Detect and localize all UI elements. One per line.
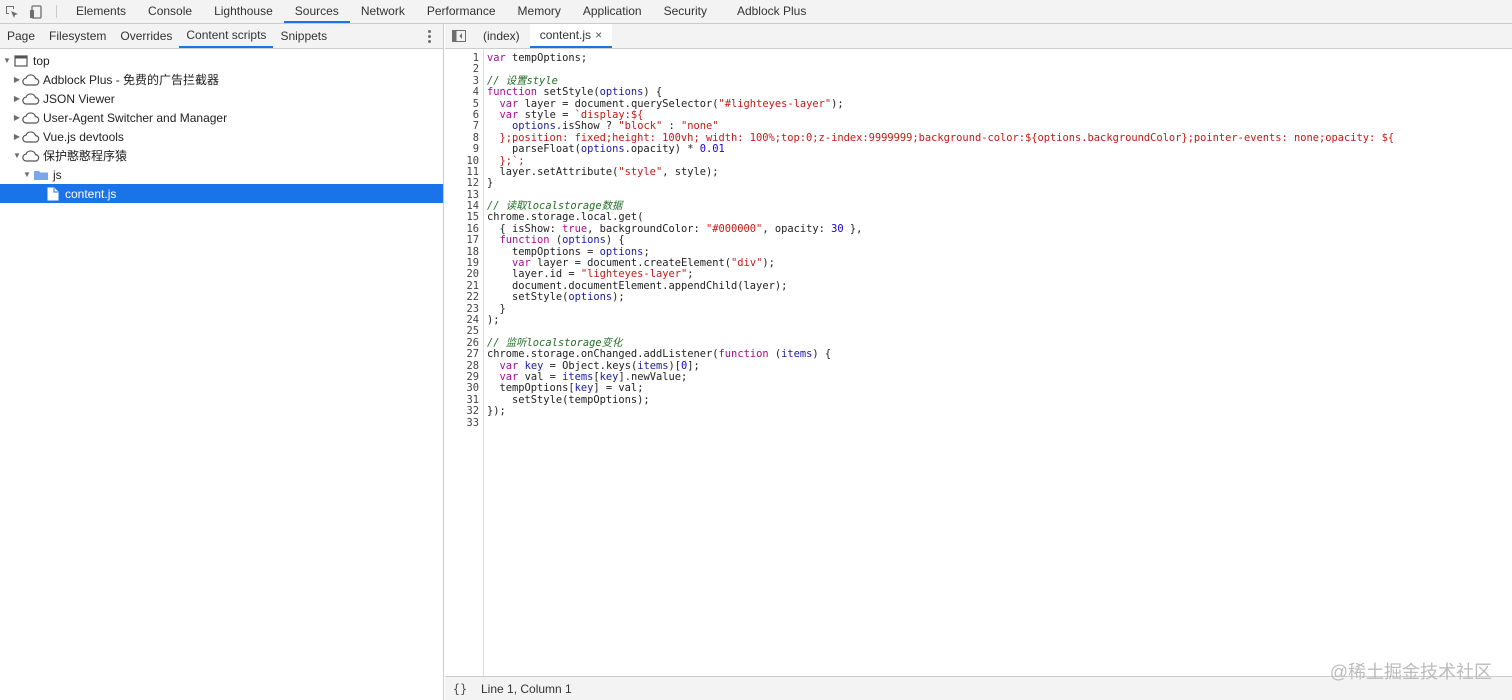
line-number[interactable]: 22 <box>445 291 483 303</box>
tree-item-extension[interactable]: ▼ 保护憨憨程序猿 <box>0 146 443 165</box>
toggle-navigator-icon[interactable] <box>445 24 473 48</box>
editor-tab-content-js[interactable]: content.js × <box>529 24 613 48</box>
frame-icon <box>12 53 30 69</box>
line-number[interactable]: 17 <box>445 234 483 246</box>
code-line: layer.setAttribute("style", style); <box>499 165 719 178</box>
editor-tab-label: (index) <box>483 29 520 43</box>
close-icon[interactable]: × <box>595 24 602 46</box>
tab-adblock-plus[interactable]: Adblock Plus <box>726 0 817 23</box>
line-number[interactable]: 33 <box>445 417 483 429</box>
devtools-toolbar: Elements Console Lighthouse Sources Netw… <box>0 0 1512 24</box>
tab-console[interactable]: Console <box>137 0 203 23</box>
toolbar-divider <box>56 5 57 18</box>
code-line: } <box>487 302 506 315</box>
cloud-icon <box>22 148 40 164</box>
tree-item-label: Adblock Plus - 免费的广告拦截器 <box>43 73 220 87</box>
collapsed-triangle-icon[interactable]: ▶ <box>12 113 22 122</box>
line-number[interactable]: 12 <box>445 177 483 189</box>
line-number[interactable]: 4 <box>445 86 483 98</box>
code-line: document.documentElement.appendChild(lay… <box>512 279 788 292</box>
code-line: setStyle(options); <box>512 291 625 304</box>
collapsed-triangle-icon[interactable]: ▶ <box>12 94 22 103</box>
tree-item-label: top <box>33 53 50 68</box>
tree-item-top[interactable]: ▼ top <box>0 51 443 70</box>
more-options-icon[interactable] <box>423 28 435 44</box>
line-number[interactable]: 27 <box>445 348 483 360</box>
cloud-icon <box>22 110 40 126</box>
tree-item-label: 保护憨憨程序猿 <box>43 149 128 163</box>
line-number[interactable]: 32 <box>445 405 483 417</box>
folder-icon <box>32 167 50 183</box>
pretty-print-button[interactable]: {} <box>445 682 475 696</box>
editor-tab-label: content.js <box>539 28 592 42</box>
watermark: @稀土掘金技术社区 <box>1329 662 1492 682</box>
code-content[interactable]: var tempOptions;// 设置style function setSt… <box>484 49 1512 676</box>
tree-item-vue-devtools[interactable]: ▶ Vue.js devtools <box>0 127 443 146</box>
editor-tabs: (index) content.js × <box>445 24 1512 49</box>
code-line: { isShow: true, backgroundColor: "#00000… <box>487 222 863 235</box>
tab-memory[interactable]: Memory <box>507 0 572 23</box>
tab-page[interactable]: Page <box>0 24 42 48</box>
tab-content-scripts[interactable]: Content scripts <box>179 24 274 48</box>
code-line: setStyle(tempOptions); <box>512 393 650 406</box>
editor-panel: (index) content.js × 1 2 3 4 5 6 7 8 9 10 11 12 13 14… <box>445 24 1512 700</box>
line-number-gutter: 1 2 3 4 5 6 7 8 9 10 11 12 13 14 15 16 17 18 19 20 21 22 23 24 2… <box>445 49 484 676</box>
tree-item-user-agent-switcher[interactable]: ▶ User-Agent Switcher and Manager <box>0 108 443 127</box>
tab-network[interactable]: Network <box>350 0 416 23</box>
collapsed-triangle-icon[interactable]: ▶ <box>12 132 22 141</box>
cloud-icon <box>22 129 40 145</box>
code-line: parseFloat(options.opacity) * 0.01 <box>512 143 725 156</box>
tree-item-label: JSON Viewer <box>43 91 115 106</box>
navigator-tabs: Page Filesystem Overrides Content script… <box>0 24 443 49</box>
tab-snippets[interactable]: Snippets <box>273 24 334 48</box>
tree-item-adblock-plus[interactable]: ▶ Adblock Plus - 免费的广告拦截器 <box>0 70 443 89</box>
line-number[interactable]: 9 <box>445 143 483 155</box>
code-line: }); <box>487 405 506 418</box>
inspect-element-icon[interactable] <box>0 0 24 24</box>
cloud-icon <box>22 72 40 88</box>
sources-navigator: Page Filesystem Overrides Content script… <box>0 24 444 700</box>
tab-application[interactable]: Application <box>572 0 653 23</box>
tree-item-js-folder[interactable]: ▼ js <box>0 165 443 184</box>
tab-performance[interactable]: Performance <box>416 0 507 23</box>
tab-overrides[interactable]: Overrides <box>113 24 179 48</box>
cloud-icon <box>22 91 40 107</box>
tree-item-label: js <box>53 167 62 182</box>
tree-item-json-viewer[interactable]: ▶ JSON Viewer <box>0 89 443 108</box>
tab-lighthouse[interactable]: Lighthouse <box>203 0 284 23</box>
code-line: ); <box>487 313 500 326</box>
tab-filesystem[interactable]: Filesystem <box>42 24 113 48</box>
tab-sources[interactable]: Sources <box>283 0 350 23</box>
collapsed-triangle-icon[interactable]: ▶ <box>12 75 22 84</box>
file-icon <box>44 186 62 202</box>
cursor-position: Line 1, Column 1 <box>481 681 572 696</box>
code-editor[interactable]: 1 2 3 4 5 6 7 8 9 10 11 12 13 14 15 16 17 18 19 20 21 22 23 24 2… <box>445 49 1512 676</box>
tree-item-content-js[interactable]: content.js <box>0 184 443 203</box>
tree-item-label: content.js <box>65 186 117 201</box>
code-line: var tempOptions; <box>487 52 588 64</box>
expanded-triangle-icon[interactable]: ▼ <box>22 170 32 179</box>
device-toolbar-icon[interactable] <box>24 0 48 24</box>
tab-elements[interactable]: Elements <box>65 0 137 23</box>
tab-security[interactable]: Security <box>653 0 718 23</box>
tree-item-label: Vue.js devtools <box>43 129 124 144</box>
expanded-triangle-icon[interactable]: ▼ <box>2 56 12 65</box>
tree-item-label: User-Agent Switcher and Manager <box>43 110 228 125</box>
file-tree: ▼ top ▶ Adblock Plus - 免费的广告拦截器 ▶ JSON V… <box>0 49 443 203</box>
line-number[interactable]: 30 <box>445 382 483 394</box>
editor-tab-index[interactable]: (index) <box>473 24 530 48</box>
code-line: } <box>487 177 494 190</box>
expanded-triangle-icon[interactable]: ▼ <box>12 151 22 160</box>
